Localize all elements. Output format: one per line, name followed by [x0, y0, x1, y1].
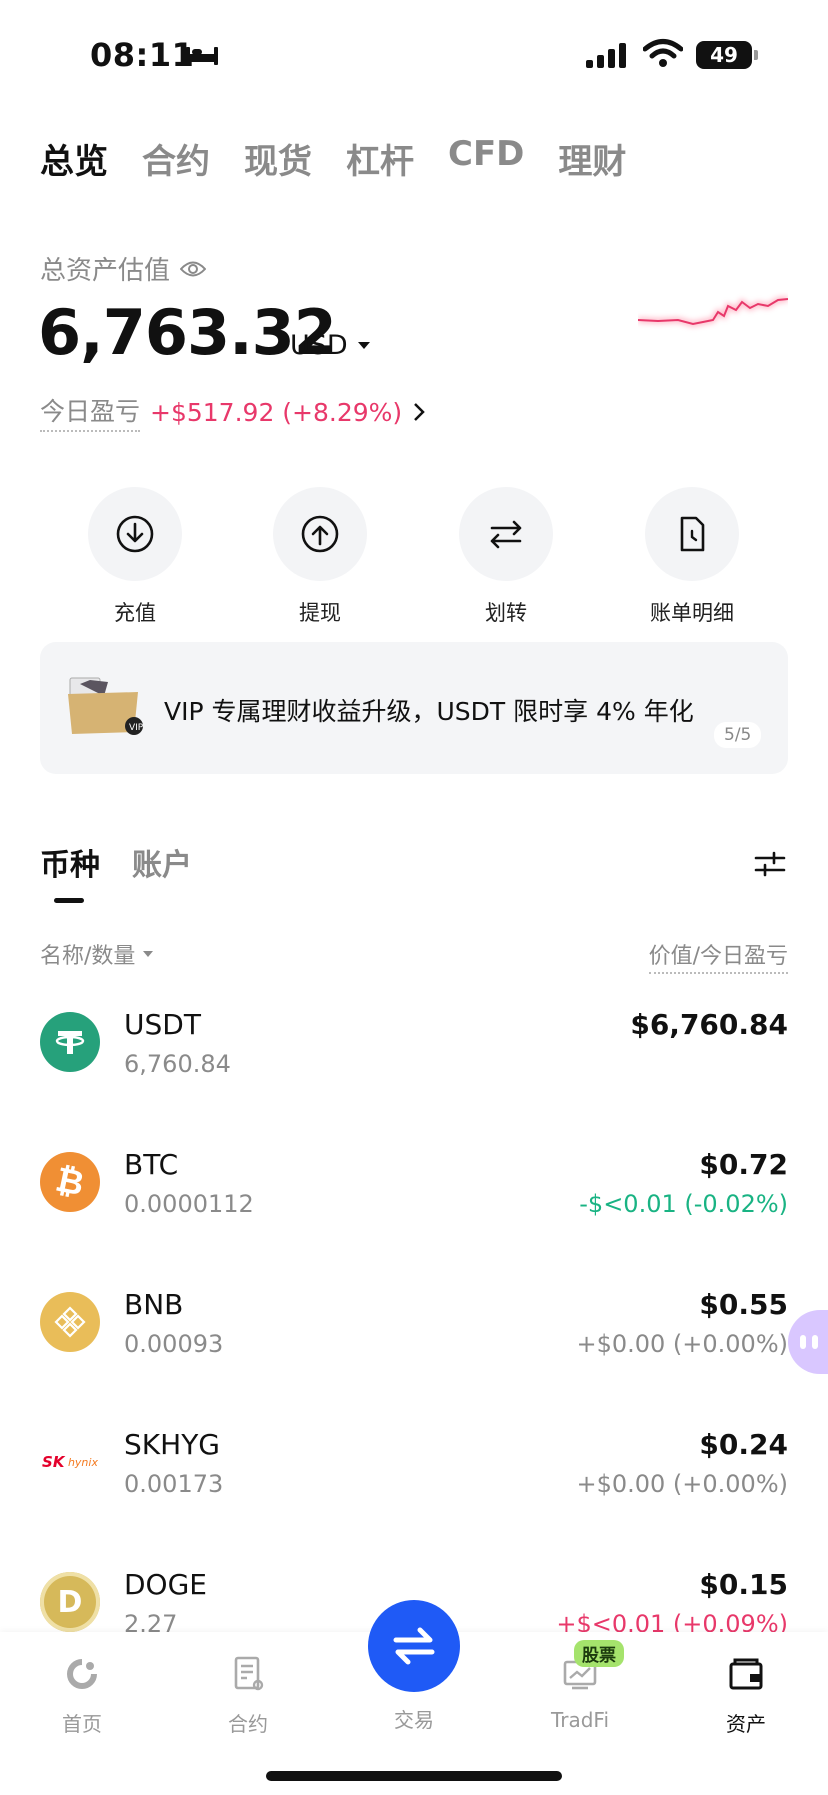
home-indicator — [266, 1771, 562, 1781]
coin-quantity: 0.0000112 — [124, 1190, 254, 1218]
total-asset-label-group: 总资产估值 — [40, 250, 207, 287]
top-tab-bar: 总览 合约 现货 杠杆 CFD 理财 — [40, 134, 626, 183]
nav-assets[interactable]: 资产 — [686, 1654, 806, 1737]
wifi-icon — [643, 39, 683, 67]
battery-cap — [754, 50, 758, 60]
sk-hynix-logo-icon: SK hynix — [40, 1432, 100, 1492]
active-tab-indicator — [54, 898, 84, 903]
withdraw-label: 提现 — [299, 601, 341, 625]
coin-quantity: 6,760.84 — [124, 1050, 231, 1078]
btc-icon: ₿ — [40, 1152, 100, 1212]
coin-pnl: -$<0.01 (-0.02%) — [579, 1190, 788, 1218]
coin-pnl: +$0.00 (+0.00%) — [576, 1470, 788, 1498]
coin-row-btc[interactable]: ₿ BTC 0.0000112 $0.72 -$<0.01 (-0.02%) — [0, 1148, 828, 1288]
coin-row-skhyg[interactable]: SK hynix SKHYG 0.00173 $0.24 +$0.00 (+0.… — [0, 1428, 828, 1568]
promo-banner-text: VIP 专属理财收益升级，USDT 限时享 4% 年化 — [164, 697, 694, 726]
cellular-signal-icon — [586, 42, 626, 68]
coin-value: $6,760.84 — [630, 1008, 788, 1041]
sk-glyph: SK — [42, 1453, 65, 1471]
column-header-right[interactable]: 价值/今日盈亏 — [648, 938, 788, 974]
filter-settings-icon[interactable] — [754, 851, 786, 877]
today-pnl-label: 今日盈亏 — [40, 392, 141, 432]
bill-icon — [645, 487, 739, 581]
tab-margin[interactable]: 杠杆 — [346, 134, 414, 183]
transfer-icon — [459, 487, 553, 581]
doge-icon: D — [40, 1572, 100, 1632]
withdraw-icon — [273, 487, 367, 581]
deposit-icon — [88, 487, 182, 581]
tab-cfd[interactable]: CFD — [448, 134, 524, 183]
withdraw-button[interactable]: 提现 — [230, 487, 410, 627]
chevron-down-icon — [143, 951, 154, 957]
coin-value: $0.15 — [699, 1568, 788, 1601]
tab-coins[interactable]: 币种 — [40, 840, 100, 884]
usdt-icon — [40, 1012, 100, 1072]
nav-home-label: 首页 — [62, 1712, 102, 1736]
coin-row-bnb[interactable]: BNB 0.00093 $0.55 +$0.00 (+0.00%) — [0, 1288, 828, 1428]
trade-button[interactable] — [368, 1600, 460, 1692]
asset-tab-bar: 币种 账户 — [40, 840, 192, 884]
vip-wallet-icon: VIP — [68, 677, 144, 735]
coin-symbol: SKHYG — [124, 1428, 220, 1461]
chevron-right-icon — [414, 403, 425, 421]
deposit-label: 充值 — [114, 601, 156, 625]
status-time: 08:11 — [90, 36, 195, 74]
coin-value: $0.72 — [699, 1148, 788, 1181]
transfer-label: 划转 — [485, 601, 527, 625]
deposit-button[interactable]: 充值 — [45, 487, 225, 627]
btc-glyph: ₿ — [52, 1159, 88, 1205]
coin-quantity: 0.00173 — [124, 1470, 224, 1498]
nav-trade-label: 交易 — [394, 1708, 434, 1732]
nav-tradfi-label: TradFi — [550, 1708, 610, 1732]
sleep-mode-icon — [186, 47, 218, 65]
coin-symbol: DOGE — [124, 1568, 207, 1601]
tab-overview[interactable]: 总览 — [40, 134, 108, 183]
svg-text:VIP: VIP — [129, 723, 144, 733]
coin-symbol: BNB — [124, 1288, 184, 1321]
coin-value: $0.55 — [699, 1288, 788, 1321]
sort-by-name-quantity[interactable]: 名称/数量 — [40, 938, 154, 970]
nav-futures[interactable]: 合约 — [188, 1654, 308, 1737]
tab-accounts[interactable]: 账户 — [132, 840, 192, 884]
wallet-icon — [729, 1658, 763, 1690]
total-asset-label: 总资产估值 — [40, 256, 171, 286]
chevron-down-icon — [357, 342, 370, 349]
today-pnl-row[interactable]: 今日盈亏 +$517.92 (+8.29%) — [40, 392, 426, 432]
coin-row-usdt[interactable]: USDT 6,760.84 $6,760.84 — [0, 1008, 828, 1148]
banner-page-indicator: 5/5 — [714, 722, 762, 748]
coin-value: $0.24 — [699, 1428, 788, 1461]
bill-details-button[interactable]: 账单明细 — [602, 487, 782, 627]
trade-icon — [393, 1627, 435, 1665]
coin-symbol: BTC — [124, 1148, 179, 1181]
stock-badge: 股票 — [574, 1640, 624, 1667]
nav-assets-label: 资产 — [726, 1712, 766, 1736]
tab-futures[interactable]: 合约 — [142, 134, 210, 183]
transfer-button[interactable]: 划转 — [416, 487, 596, 627]
coin-symbol: USDT — [124, 1008, 201, 1041]
eye-icon[interactable] — [180, 260, 207, 278]
tab-spot[interactable]: 现货 — [244, 134, 312, 183]
today-pnl-value: +$517.92 (+8.29%) — [150, 397, 403, 427]
bnb-icon — [40, 1292, 100, 1352]
coin-quantity: 0.00093 — [124, 1330, 224, 1358]
currency-selector[interactable]: USD — [290, 330, 370, 361]
coin-pnl: +$0.00 (+0.00%) — [576, 1330, 788, 1358]
futures-icon — [234, 1656, 264, 1691]
home-icon — [67, 1659, 97, 1689]
bill-details-label: 账单明细 — [650, 601, 734, 625]
battery-indicator: 49 — [696, 41, 752, 69]
nav-futures-label: 合约 — [228, 1712, 268, 1736]
balance-sparkline — [638, 296, 788, 327]
tab-earn[interactable]: 理财 — [558, 134, 626, 183]
nav-home[interactable]: 首页 — [22, 1654, 142, 1737]
currency-label: USD — [290, 330, 348, 361]
doge-glyph: D — [57, 1584, 83, 1620]
column-header-left: 名称/数量 — [40, 944, 136, 969]
